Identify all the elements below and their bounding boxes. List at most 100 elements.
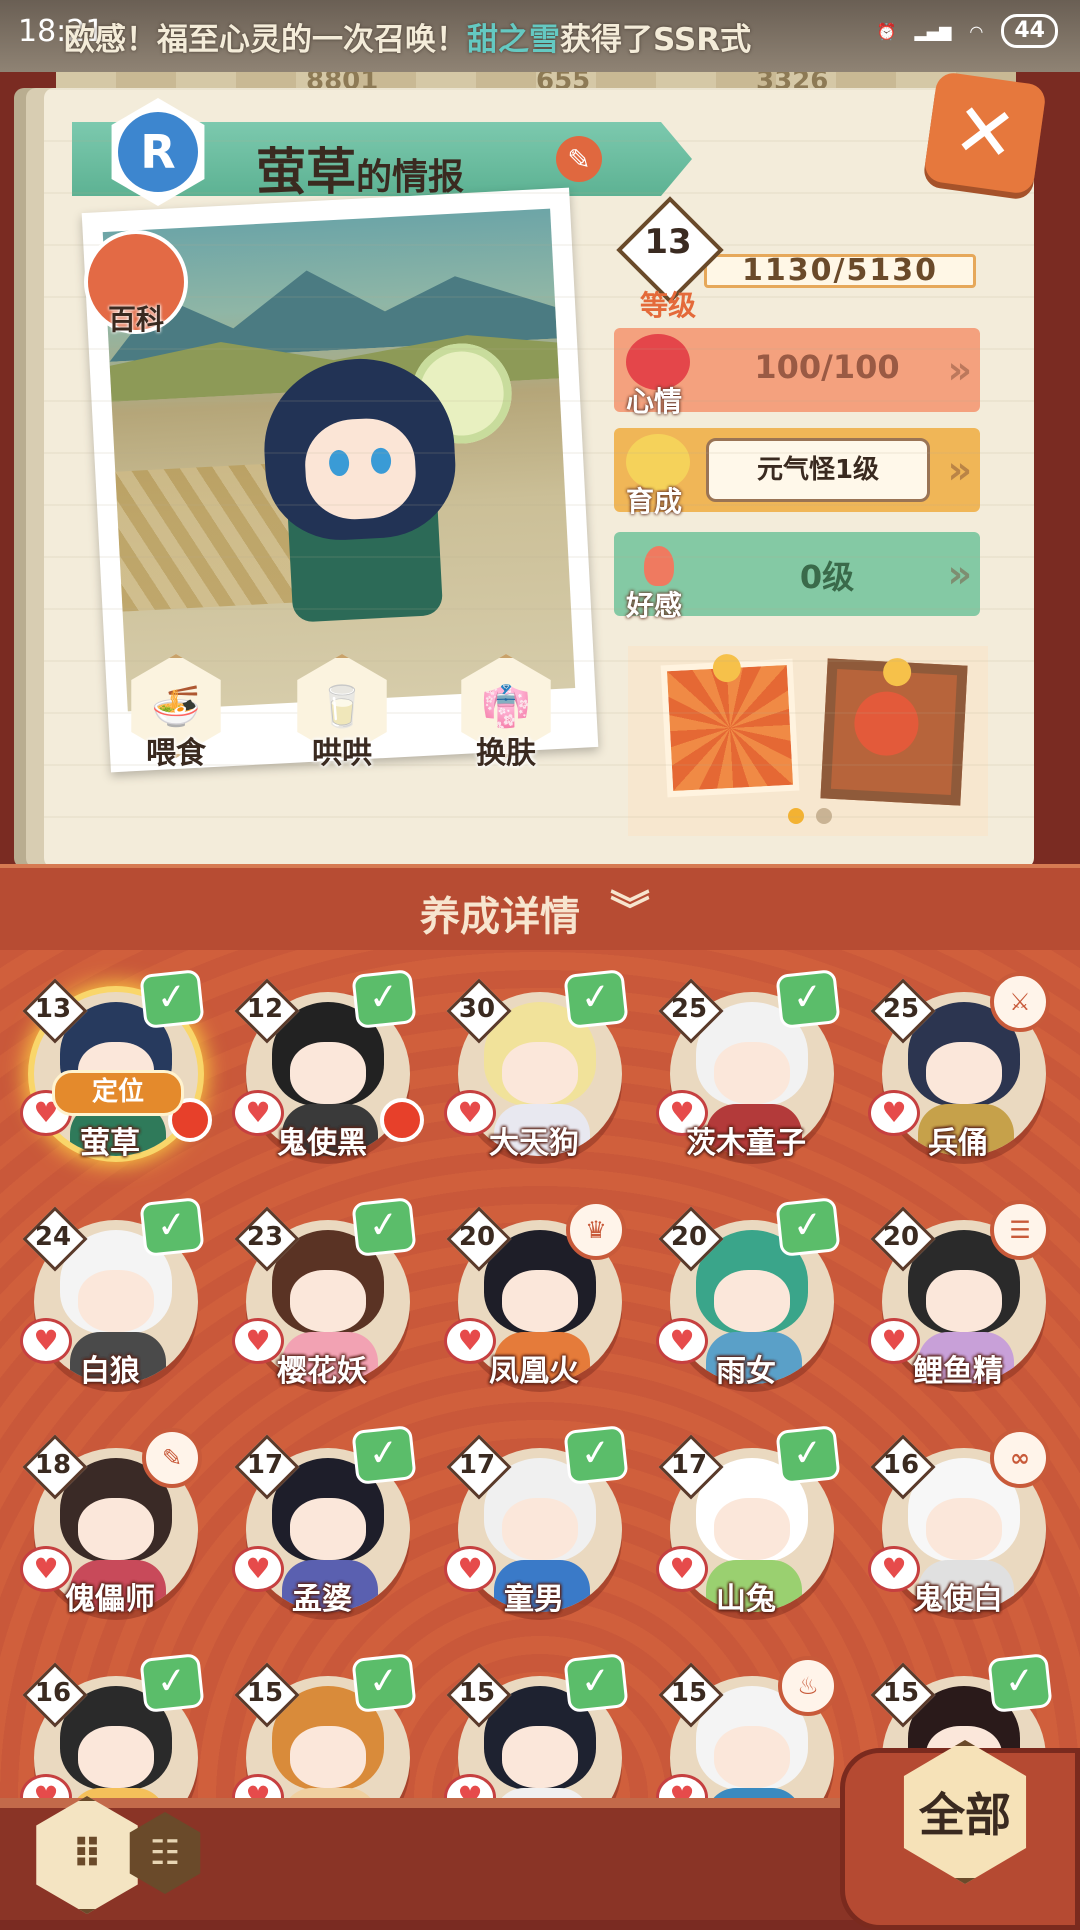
job-icon: ⚔ [990,972,1050,1032]
shikigami-card[interactable]: 25 ✓ ♥ 茨木童子 [648,969,844,1172]
shikigami-name: 鲤鱼精 [913,1354,1003,1389]
framed-gift-card[interactable] [820,657,968,806]
shikigami-name: 萤草 [256,143,356,201]
checkmark-icon: ✓ [139,969,205,1029]
page-title: 萤草的情报 [256,132,464,204]
signal-icon: ▂▄▆ [914,21,952,41]
level-badge: 15 [446,1662,512,1728]
shikigami-card[interactable]: 15 ♨ ♥ [648,1656,844,1798]
close-button[interactable]: ✕ [922,70,1048,196]
level-value: 16 [34,1678,72,1708]
level-value: 18 [34,1450,72,1480]
level-badge: 15 [870,1662,936,1728]
ticker-suffix: 获得了SSR式 [560,22,752,58]
level-value: 17 [246,1450,284,1480]
training-details-toggle[interactable]: 养成详情 ︾ [0,864,1080,950]
level-value: 24 [34,1222,72,1252]
avatar-outfit [494,1788,590,1798]
mystery-gift-card[interactable] [660,653,800,798]
feed-label: 喂食 [146,736,206,771]
rarity-label: R [118,112,198,192]
level-value: 20 [458,1222,496,1252]
level-badge: 18 [22,1434,88,1500]
checkmark-icon: ✓ [351,1425,417,1485]
shikigami-card[interactable]: 20 ☰ ♥ 鲤鱼精 [860,1200,1056,1400]
ticker-prefix: 欧感！福至心灵的一次召唤！ [64,22,467,58]
shikigami-card[interactable]: 15✓♥ [224,1653,420,1798]
job-icon: ♨ [778,1656,838,1716]
level-value: 17 [670,1450,708,1480]
shikigami-card[interactable]: 16 ✓ ♥ [12,1653,208,1798]
shikigami-card[interactable]: 12 ✓ ♥ 鬼使黑 [224,969,424,1172]
avatar-face [714,1498,790,1560]
level-value: 15 [246,1678,284,1708]
peach-icon [644,546,674,586]
avatar-face [78,1498,154,1560]
edit-name-button[interactable]: ✎ [556,136,602,182]
checkmark-icon: ✓ [775,969,841,1029]
carousel-dot[interactable] [816,808,832,824]
shikigami-card[interactable]: 30 ✓ ♥ 大天狗 [436,969,632,1172]
level-badge: 25 [658,978,724,1044]
level-badge: 15 [658,1662,724,1728]
shikigami-card[interactable]: 23 ✓ ♥ 樱花妖 [224,1197,420,1400]
favor-row[interactable]: 好感 0级 » [614,532,980,622]
smile-face-icon [882,657,912,687]
level-badge: 17 [234,1434,300,1500]
level-value: 17 [458,1450,496,1480]
avatar-face [78,1726,154,1788]
locate-button[interactable]: 定位 [52,1070,184,1116]
level-badge: 20 [658,1206,724,1272]
level-badge: 12 [234,978,300,1044]
checkmark-icon: ✓ [775,1197,841,1257]
change-skin-button[interactable]: 👘 换肤 [454,654,558,771]
shikigami-name: 傀儡师 [65,1582,155,1617]
avatar-face [926,1498,1002,1560]
job-icon: ∞ [990,1428,1050,1488]
grid-view-button[interactable]: ⠿ [36,1796,138,1914]
shikigami-card[interactable]: 17 ✓ ♥ 童男 [436,1425,632,1628]
avatar-face [502,1498,578,1560]
shikigami-card[interactable]: 17 ✓ ♥ 孟婆 [224,1425,420,1628]
shikigami-card[interactable]: 20 ♛ ♥ 凤凰火 [436,1200,632,1400]
shikigami-card[interactable]: 24 ✓ ♥ 白狼 [12,1197,208,1400]
shikigami-card[interactable]: 17 ✓ ♥ 山兔 [648,1425,844,1628]
avatar-face [502,1726,578,1788]
shikigami-card[interactable]: 25 ⚔ ♥ 兵俑 [860,972,1056,1172]
checkmark-icon: ✓ [775,1425,841,1485]
level-value: 15 [882,1678,920,1708]
avatar-face [714,1270,790,1332]
pencil-icon: ✎ [567,142,591,176]
shikigami-name: 鬼使白 [913,1582,1003,1617]
encyclopedia-label: 百科 [107,303,164,336]
shikigami-name: 兵俑 [928,1126,988,1161]
shikigami-card[interactable]: 16 ∞ ♥ 鬼使白 [860,1428,1056,1628]
mood-row[interactable]: 心情 100/100 » [614,328,980,418]
level-badge: 23 [234,1206,300,1272]
feed-button[interactable]: 🍜 喂食 [124,654,228,771]
level-badge: 20 [870,1206,936,1272]
checkmark-icon: ✓ [351,969,417,1029]
coax-label: 哄哄 [312,736,372,771]
shikigami-card[interactable]: 13 ✓ ♥ 定位 萤草 [12,969,212,1172]
shikigami-card[interactable]: 15✓♥ [436,1653,632,1798]
avatar-face [714,1726,790,1788]
status-icons: ⏰ ▂▄▆ ◠ 44 [877,14,1058,48]
checkmark-icon: ✓ [987,1653,1053,1713]
shikigami-card[interactable]: 18 ✎ ♥ 傀儡师 [12,1428,208,1628]
shikigami-card[interactable]: 20 ✓ ♥ 雨女 [648,1197,844,1400]
encyclopedia-button[interactable]: 百科 [84,230,188,336]
shikigami-name: 鬼使黑 [277,1126,367,1161]
level-value: 16 [882,1450,920,1480]
training-row[interactable]: 育成 元气怪1级 » [614,428,980,518]
shikigami-name: 雨女 [716,1354,776,1389]
avatar-face [78,1270,154,1332]
avatar-face [502,1270,578,1332]
status-bar: 18:21 欧感！福至心灵的一次召唤！甜之雪获得了SSR式 ⏰ ▂▄▆ ◠ 44 [0,0,1080,72]
level-badge: 17 [658,1434,724,1500]
level-value: 30 [458,994,496,1024]
checkmark-icon: ✓ [351,1197,417,1257]
coax-button[interactable]: 🥛 哄哄 [290,654,394,771]
wifi-icon: ◠ [969,21,984,41]
carousel-dot[interactable] [788,808,804,824]
